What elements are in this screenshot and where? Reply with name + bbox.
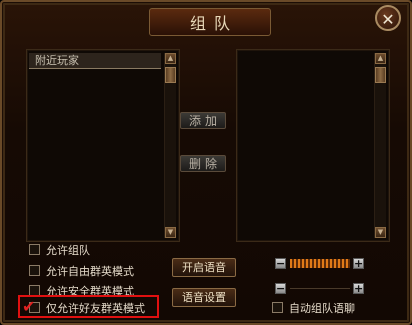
- list-header: 附近玩家: [29, 53, 161, 69]
- title-bar: 组队: [149, 8, 271, 36]
- scroll-thumb[interactable]: [165, 67, 176, 83]
- volume-minus-icon[interactable]: −: [275, 258, 286, 269]
- right-scrollbar[interactable]: ▲ ▼: [374, 53, 386, 238]
- mic-slider[interactable]: [290, 288, 350, 289]
- add-button[interactable]: 添加: [180, 112, 226, 129]
- enable-voice-button[interactable]: 开启语音: [172, 258, 236, 277]
- allow-free-mode-checkbox[interactable]: [29, 265, 40, 276]
- nearby-players-list[interactable]: 附近玩家 ▲ ▼: [26, 49, 180, 242]
- scroll-down-icon[interactable]: ▼: [375, 227, 386, 238]
- scroll-down-icon[interactable]: ▼: [165, 227, 176, 238]
- close-icon[interactable]: ✕: [375, 5, 401, 31]
- delete-button[interactable]: 删除: [180, 155, 226, 172]
- allow-team-label: 允许组队: [46, 244, 90, 257]
- allow-team-checkbox[interactable]: [29, 244, 40, 255]
- left-scrollbar[interactable]: ▲ ▼: [164, 53, 176, 238]
- mic-plus-icon[interactable]: +: [353, 283, 364, 294]
- voice-settings-button[interactable]: 语音设置: [172, 288, 236, 307]
- scroll-up-icon[interactable]: ▲: [375, 53, 386, 64]
- scroll-thumb[interactable]: [375, 67, 386, 83]
- window-title: 组队: [189, 14, 238, 33]
- volume-slider[interactable]: [290, 259, 350, 268]
- auto-team-chat-checkbox[interactable]: [272, 302, 283, 313]
- allow-free-mode-label: 允许自由群英模式: [46, 265, 134, 278]
- auto-team-chat-label: 自动组队语聊: [289, 302, 355, 315]
- team-members-list[interactable]: ▲ ▼: [236, 49, 390, 242]
- volume-plus-icon[interactable]: +: [353, 258, 364, 269]
- scroll-up-icon[interactable]: ▲: [165, 53, 176, 64]
- mic-minus-icon[interactable]: −: [275, 283, 286, 294]
- highlight-box: [18, 295, 159, 318]
- team-window: 组队 ✕ 附近玩家 ▲ ▼ 添加 删除 ▲ ▼ 允许组队 允许自由群英模式 允许…: [0, 0, 412, 325]
